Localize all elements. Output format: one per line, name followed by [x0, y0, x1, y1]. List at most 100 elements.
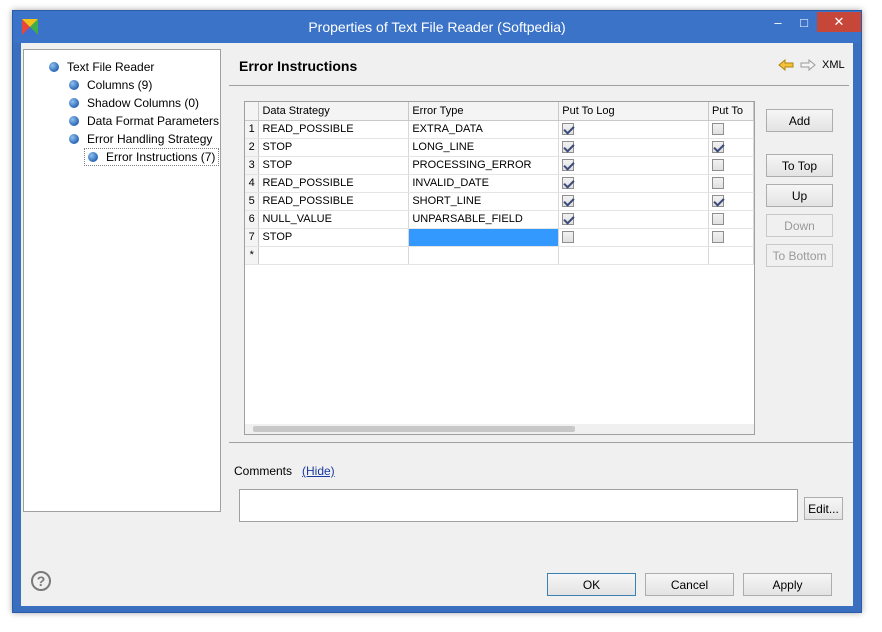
cell-data-strategy[interactable]: STOP: [258, 138, 410, 157]
row-number: 6: [245, 210, 260, 229]
cell-put-to-log[interactable]: [558, 156, 709, 175]
put-to-checkbox[interactable]: [711, 195, 724, 208]
put-to-checkbox[interactable]: [711, 177, 724, 190]
title-bar[interactable]: Properties of Text File Reader (Softpedi…: [13, 11, 861, 43]
cell-data-strategy[interactable]: STOP: [258, 228, 410, 247]
cell-put-to[interactable]: [708, 192, 754, 211]
tree-item-error-handling[interactable]: Error Handling Strategy: [69, 130, 212, 148]
cell-error-type[interactable]: INVALID_DATE: [408, 174, 560, 193]
cell-data-strategy[interactable]: NULL_VALUE: [258, 210, 410, 229]
add-button[interactable]: Add: [766, 109, 833, 132]
tree-item-columns[interactable]: Columns (9): [69, 76, 152, 94]
error-instructions-table[interactable]: Data Strategy Error Type Put To Log Put …: [244, 101, 755, 435]
column-header-data-strategy[interactable]: Data Strategy: [258, 102, 410, 121]
put-to-log-checkbox[interactable]: [562, 231, 575, 244]
put-to-log-checkbox[interactable]: [562, 159, 575, 172]
apply-button[interactable]: Apply: [743, 573, 832, 596]
cell-put-to[interactable]: [708, 210, 754, 229]
up-button[interactable]: Up: [766, 184, 833, 207]
bullet-icon: [69, 134, 79, 144]
minimize-button[interactable]: –: [765, 12, 791, 32]
put-to-log-checkbox[interactable]: [562, 123, 575, 136]
row-number: 3: [245, 156, 260, 175]
maximize-button[interactable]: □: [791, 12, 817, 32]
put-to-log-checkbox[interactable]: [562, 195, 575, 208]
tree-item-label: Text File Reader: [67, 60, 155, 74]
xml-link[interactable]: XML: [822, 59, 845, 71]
cell-data-strategy[interactable]: [258, 246, 410, 265]
new-row[interactable]: *: [245, 246, 754, 265]
dialog-window: Properties of Text File Reader (Softpedi…: [12, 10, 862, 613]
tree-item-error-instructions[interactable]: Error Instructions (7): [84, 148, 220, 166]
put-to-checkbox[interactable]: [711, 231, 724, 244]
put-to-log-checkbox[interactable]: [562, 141, 575, 154]
cell-error-type[interactable]: LONG_LINE: [408, 138, 560, 157]
table-row[interactable]: 2 STOP LONG_LINE: [245, 138, 754, 157]
row-number: 7: [245, 228, 260, 247]
cell-put-to[interactable]: [708, 246, 754, 265]
ok-button[interactable]: OK: [547, 573, 636, 596]
put-to-log-checkbox[interactable]: [562, 177, 575, 190]
tree-item-shadow-columns[interactable]: Shadow Columns (0): [69, 94, 199, 112]
cell-put-to[interactable]: [708, 156, 754, 175]
cell-put-to-log[interactable]: [558, 192, 709, 211]
column-header-put-to[interactable]: Put To: [708, 102, 754, 121]
put-to-checkbox[interactable]: [711, 213, 724, 226]
forward-arrow-icon[interactable]: [800, 59, 816, 71]
cell-data-strategy[interactable]: STOP: [258, 156, 410, 175]
put-to-checkbox[interactable]: [711, 159, 724, 172]
row-number: 4: [245, 174, 260, 193]
put-to-checkbox[interactable]: [711, 123, 724, 136]
cell-put-to-log[interactable]: [558, 246, 709, 265]
column-header-error-type[interactable]: Error Type: [408, 102, 560, 121]
properties-tree[interactable]: Text File Reader Columns (9) Shadow Colu…: [23, 49, 221, 512]
cell-put-to-log[interactable]: [558, 210, 709, 229]
cell-put-to[interactable]: [708, 120, 754, 139]
cell-put-to[interactable]: [708, 138, 754, 157]
put-to-checkbox[interactable]: [711, 141, 724, 154]
table-row[interactable]: 4 READ_POSSIBLE INVALID_DATE: [245, 174, 754, 193]
tree-item-data-format[interactable]: Data Format Parameters: [69, 112, 219, 130]
cell-error-type[interactable]: [408, 228, 560, 247]
close-button[interactable]: ✕: [817, 12, 861, 32]
cell-error-type[interactable]: SHORT_LINE: [408, 192, 560, 211]
cell-data-strategy[interactable]: READ_POSSIBLE: [258, 174, 410, 193]
cell-data-strategy[interactable]: READ_POSSIBLE: [258, 192, 410, 211]
cancel-button[interactable]: Cancel: [645, 573, 734, 596]
help-icon[interactable]: ?: [31, 571, 51, 591]
cell-put-to-log[interactable]: [558, 228, 709, 247]
table-row[interactable]: 3 STOP PROCESSING_ERROR: [245, 156, 754, 175]
cell-put-to[interactable]: [708, 174, 754, 193]
tree-item-label: Columns (9): [87, 78, 153, 92]
table-row[interactable]: 6 NULL_VALUE UNPARSABLE_FIELD: [245, 210, 754, 229]
cell-error-type[interactable]: EXTRA_DATA: [408, 120, 560, 139]
down-button[interactable]: Down: [766, 214, 833, 237]
hide-comments-link[interactable]: (Hide): [302, 464, 335, 478]
edit-button[interactable]: Edit...: [804, 497, 843, 520]
comments-input[interactable]: [239, 489, 798, 522]
table-row[interactable]: 5 READ_POSSIBLE SHORT_LINE: [245, 192, 754, 211]
cell-error-type[interactable]: UNPARSABLE_FIELD: [408, 210, 560, 229]
cell-put-to-log[interactable]: [558, 174, 709, 193]
to-top-button[interactable]: To Top: [766, 154, 833, 177]
table-row[interactable]: 7 STOP: [245, 228, 754, 247]
cell-data-strategy[interactable]: READ_POSSIBLE: [258, 120, 410, 139]
back-arrow-icon[interactable]: [778, 59, 794, 71]
cell-error-type[interactable]: [408, 246, 560, 265]
comments-label: Comments: [234, 464, 293, 478]
horizontal-scrollbar[interactable]: [245, 424, 754, 434]
cell-put-to-log[interactable]: [558, 138, 709, 157]
table-row[interactable]: 1 READ_POSSIBLE EXTRA_DATA: [245, 120, 754, 139]
bullet-icon: [88, 152, 98, 162]
put-to-log-checkbox[interactable]: [562, 213, 575, 226]
cell-put-to[interactable]: [708, 228, 754, 247]
column-header-put-to-log[interactable]: Put To Log: [558, 102, 709, 121]
to-bottom-button[interactable]: To Bottom: [766, 244, 833, 267]
row-number: 5: [245, 192, 260, 211]
scrollbar-thumb[interactable]: [253, 426, 575, 432]
bullet-icon: [69, 116, 79, 126]
tree-item-label: Error Instructions (7): [106, 150, 216, 164]
cell-error-type[interactable]: PROCESSING_ERROR: [408, 156, 560, 175]
cell-put-to-log[interactable]: [558, 120, 709, 139]
tree-item-root[interactable]: Text File Reader: [49, 58, 154, 76]
